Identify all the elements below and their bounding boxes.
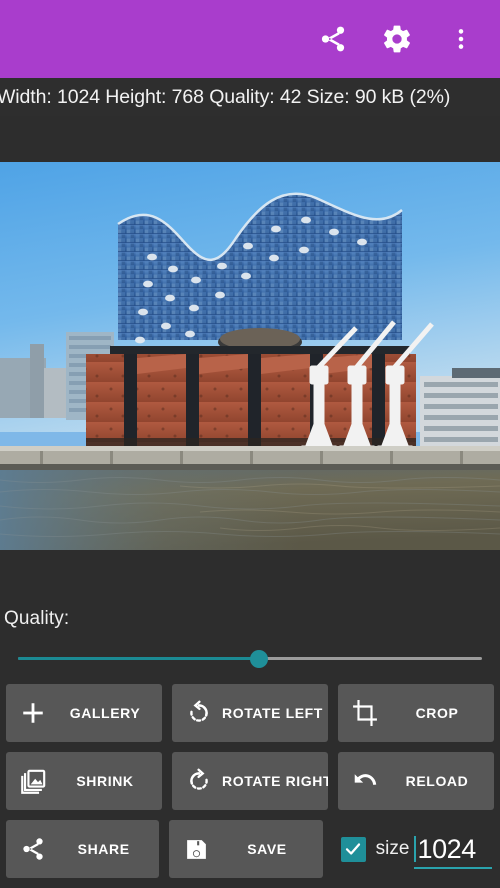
shrink-button-label: SHRINK — [76, 773, 134, 789]
save-button-label: SAVE — [247, 841, 287, 857]
quality-label: Quality: — [4, 608, 70, 629]
size-field-group: size 1024 — [333, 820, 494, 878]
more-vert-icon[interactable] — [442, 20, 480, 58]
image-editor-screen: Width: 1024 Height: 768 Quality: 42 Size… — [0, 0, 500, 888]
gallery-button[interactable]: GALLERY — [6, 684, 162, 742]
quality-slider-fill — [18, 657, 260, 660]
app-bar — [0, 0, 500, 78]
rotate-right-button[interactable]: ROTATE RIGHT — [172, 752, 328, 810]
photo-library-icon — [10, 768, 56, 795]
rotate-right-button-label: ROTATE RIGHT — [222, 773, 328, 789]
image-info-text: Width: 1024 Height: 768 Quality: 42 Size… — [0, 86, 451, 108]
action-row-2: SHRINK ROTATE RIGHT RELOAD — [0, 752, 500, 810]
quality-slider-thumb[interactable] — [250, 650, 269, 668]
action-button-grid: GALLERY ROTATE LEFT CROP SHRINK ROTATE R… — [0, 684, 500, 888]
size-input[interactable]: 1024 — [414, 827, 494, 871]
share-button[interactable]: SHARE — [6, 820, 160, 878]
image-info-bar: Width: 1024 Height: 768 Quality: 42 Size… — [0, 78, 500, 116]
size-label: size — [375, 838, 410, 859]
share-icon[interactable] — [314, 20, 352, 58]
save-button[interactable]: SAVE — [169, 820, 323, 878]
rotate-right-icon — [176, 768, 222, 794]
app-bar-actions — [314, 20, 486, 58]
gallery-button-label: GALLERY — [69, 705, 141, 721]
crop-button[interactable]: CROP — [338, 684, 494, 742]
reload-button[interactable]: RELOAD — [338, 752, 494, 810]
photo-top-spacer — [0, 116, 500, 162]
reload-button-label: RELOAD — [405, 773, 469, 789]
size-input-underline — [414, 867, 492, 869]
action-row-1: GALLERY ROTATE LEFT CROP — [0, 684, 500, 742]
size-checkbox[interactable] — [340, 836, 366, 862]
controls-panel: Quality: GALLERY ROTATE LEFT CROP SHRINK… — [0, 550, 500, 888]
rotate-left-button-label: ROTATE LEFT — [222, 705, 323, 721]
save-icon — [173, 837, 219, 862]
plus-icon — [10, 700, 56, 726]
action-row-3: SHARE SAVE size 1024 — [0, 820, 500, 878]
crop-icon — [342, 700, 388, 726]
size-input-value: 1024 — [417, 833, 476, 864]
undo-icon — [342, 767, 388, 795]
share-icon — [10, 836, 56, 862]
crop-button-label: CROP — [415, 705, 459, 721]
rotate-left-icon — [176, 700, 222, 726]
share-button-label: SHARE — [77, 841, 130, 857]
image-preview[interactable] — [0, 162, 500, 550]
rotate-left-button[interactable]: ROTATE LEFT — [172, 684, 328, 742]
gear-icon[interactable] — [378, 20, 416, 58]
quality-slider[interactable] — [0, 646, 500, 672]
image-preview-graphic — [0, 162, 500, 550]
shrink-button[interactable]: SHRINK — [6, 752, 162, 810]
